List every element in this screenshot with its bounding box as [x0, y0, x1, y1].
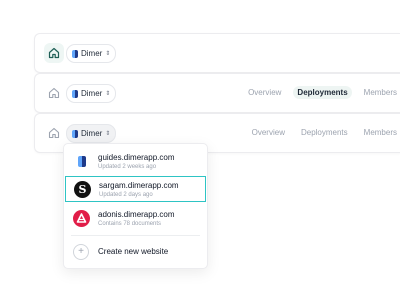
- sargam-logo-icon: S: [74, 181, 91, 198]
- website-domain: adonis.dimerapp.com: [98, 210, 175, 219]
- dimer-logo-icon: [73, 153, 90, 170]
- chevron-updown-icon: ⇕: [105, 50, 111, 57]
- dimer-logo-icon: [72, 49, 78, 58]
- project-name: Dimer: [81, 49, 103, 58]
- tab-members[interactable]: Members: [360, 86, 400, 99]
- home-icon: [48, 87, 60, 99]
- plus-icon: +: [73, 244, 89, 260]
- dimer-logo-icon: [72, 129, 78, 138]
- project-switcher[interactable]: Dimer ⇕: [66, 44, 117, 63]
- chevron-updown-icon: ⇕: [105, 90, 111, 97]
- website-domain: guides.dimerapp.com: [98, 153, 175, 162]
- tab-members[interactable]: Members: [360, 126, 400, 139]
- home-icon: [48, 47, 60, 59]
- tab-overview[interactable]: Overview: [248, 126, 289, 139]
- website-domain: sargam.dimerapp.com: [99, 181, 179, 190]
- nav-tabs: Overview Deployments Members: [248, 126, 400, 139]
- project-bar: Dimer ⇕ Overview Deployments Members: [34, 73, 400, 113]
- website-option-selected[interactable]: S sargam.dimerapp.com Updated 2 days ago: [65, 176, 206, 202]
- project-switcher[interactable]: Dimer ⇕: [66, 124, 117, 143]
- tab-deployments[interactable]: Deployments: [293, 86, 352, 99]
- website-option[interactable]: adonis.dimerapp.com Contains 78 document…: [65, 206, 205, 232]
- create-website-button[interactable]: + Create new website: [65, 241, 205, 263]
- tab-deployments[interactable]: Deployments: [297, 126, 352, 139]
- project-switcher[interactable]: Dimer ⇕: [66, 84, 117, 103]
- project-bar: Dimer ⇕: [34, 33, 400, 73]
- project-name: Dimer: [81, 89, 103, 98]
- website-option[interactable]: guides.dimerapp.com Updated 2 weeks ago: [65, 149, 205, 175]
- dimer-logo-icon: [72, 89, 78, 98]
- chevron-updown-icon: ⇕: [105, 130, 111, 137]
- website-dropdown: guides.dimerapp.com Updated 2 weeks ago …: [63, 143, 208, 269]
- home-button[interactable]: [44, 83, 64, 103]
- home-button[interactable]: [44, 43, 64, 63]
- adonis-logo-icon: [73, 210, 90, 227]
- website-meta: Updated 2 weeks ago: [98, 164, 157, 170]
- divider: [71, 235, 200, 236]
- website-meta: Contains 78 documents: [98, 221, 162, 227]
- project-name: Dimer: [81, 129, 103, 138]
- nav-tabs: Overview Deployments Members: [244, 86, 400, 99]
- website-meta: Updated 2 days ago: [99, 192, 153, 198]
- tab-overview[interactable]: Overview: [244, 86, 285, 99]
- create-website-label: Create new website: [98, 247, 169, 256]
- home-icon: [48, 127, 60, 139]
- home-button[interactable]: [44, 123, 64, 143]
